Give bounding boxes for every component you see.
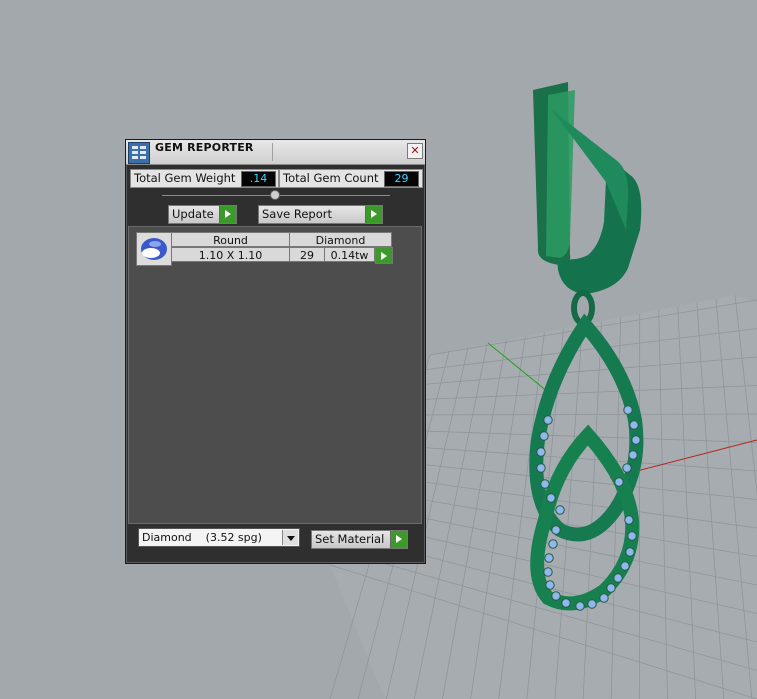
gem-stone: [543, 567, 553, 577]
update-button[interactable]: Update: [168, 205, 237, 224]
gem-stone: [543, 415, 553, 425]
gem-stone: [551, 525, 561, 535]
gem-stone: [623, 405, 633, 415]
gem-stone: [540, 479, 550, 489]
gem-stone: [561, 598, 571, 608]
material-select-value: Diamond (3.52 spg): [142, 531, 262, 544]
gem-stone: [575, 601, 585, 611]
gem-stone: [627, 531, 637, 541]
gem-stone: [628, 450, 638, 460]
gem-row-action-button[interactable]: [375, 247, 393, 264]
gem-stone: [622, 463, 632, 473]
splitter-handle[interactable]: [270, 190, 280, 200]
gem-stone: [551, 591, 561, 601]
gem-stone: [555, 505, 565, 515]
panel-titlebar[interactable]: GEM REPORTER ✕: [126, 140, 425, 165]
play-arrow-icon: [376, 248, 392, 263]
gem-reporter-icon: [128, 142, 150, 164]
set-material-button-label: Set Material: [315, 532, 385, 546]
title-divider: [272, 143, 273, 161]
gem-stone: [536, 463, 546, 473]
total-gem-weight-value: .14: [241, 171, 276, 187]
update-button-label: Update: [172, 207, 214, 221]
gem-stone: [625, 547, 635, 557]
total-gem-count-value: 29: [384, 171, 419, 187]
total-gem-count-label: Total Gem Count: [283, 171, 379, 185]
gem-material-cell: Diamond: [289, 232, 392, 247]
gem-stone: [536, 447, 546, 457]
save-report-button-label: Save Report: [262, 207, 333, 221]
material-select[interactable]: Diamond (3.52 spg): [138, 528, 300, 547]
gem-stone: [546, 493, 556, 503]
total-gem-weight-field: Total Gem Weight .14: [130, 169, 279, 188]
save-report-button[interactable]: Save Report: [258, 205, 383, 224]
round-gem-thumbnail: [136, 232, 172, 266]
total-gem-count-field: Total Gem Count 29: [279, 169, 423, 188]
play-arrow-icon: [390, 531, 407, 548]
gem-size-cell: 1.10 X 1.10: [171, 247, 290, 262]
gem-shape-cell: Round: [171, 232, 290, 247]
gem-stone: [620, 561, 630, 571]
gem-stone: [587, 599, 597, 609]
total-gem-weight-label: Total Gem Weight: [134, 171, 236, 185]
gem-count-cell: 29: [289, 247, 325, 262]
gem-stone: [545, 580, 555, 590]
panel-title: GEM REPORTER: [155, 141, 254, 154]
gem-list: Round Diamond 1.10 X 1.10 29 0.14tw: [128, 226, 422, 524]
gem-stone: [614, 477, 624, 487]
gem-list-item[interactable]: Round Diamond 1.10 X 1.10 29 0.14tw: [136, 232, 396, 266]
set-material-button[interactable]: Set Material: [311, 530, 408, 549]
gem-stone: [539, 431, 549, 441]
gem-weight-cell: 0.14tw: [324, 247, 375, 262]
gem-stone: [544, 553, 554, 563]
gem-stone: [548, 539, 558, 549]
gem-stone: [629, 420, 639, 430]
gem-stone: [624, 515, 634, 525]
gem-reporter-panel: GEM REPORTER ✕ Total Gem Weight .14 Tota…: [125, 139, 426, 564]
gem-stone: [606, 583, 616, 593]
play-arrow-icon: [219, 206, 236, 223]
play-arrow-icon: [365, 206, 382, 223]
gem-stone: [599, 593, 609, 603]
chevron-down-icon[interactable]: [282, 530, 298, 545]
close-button[interactable]: ✕: [407, 143, 423, 159]
gem-stone: [613, 573, 623, 583]
gem-stone: [631, 435, 641, 445]
